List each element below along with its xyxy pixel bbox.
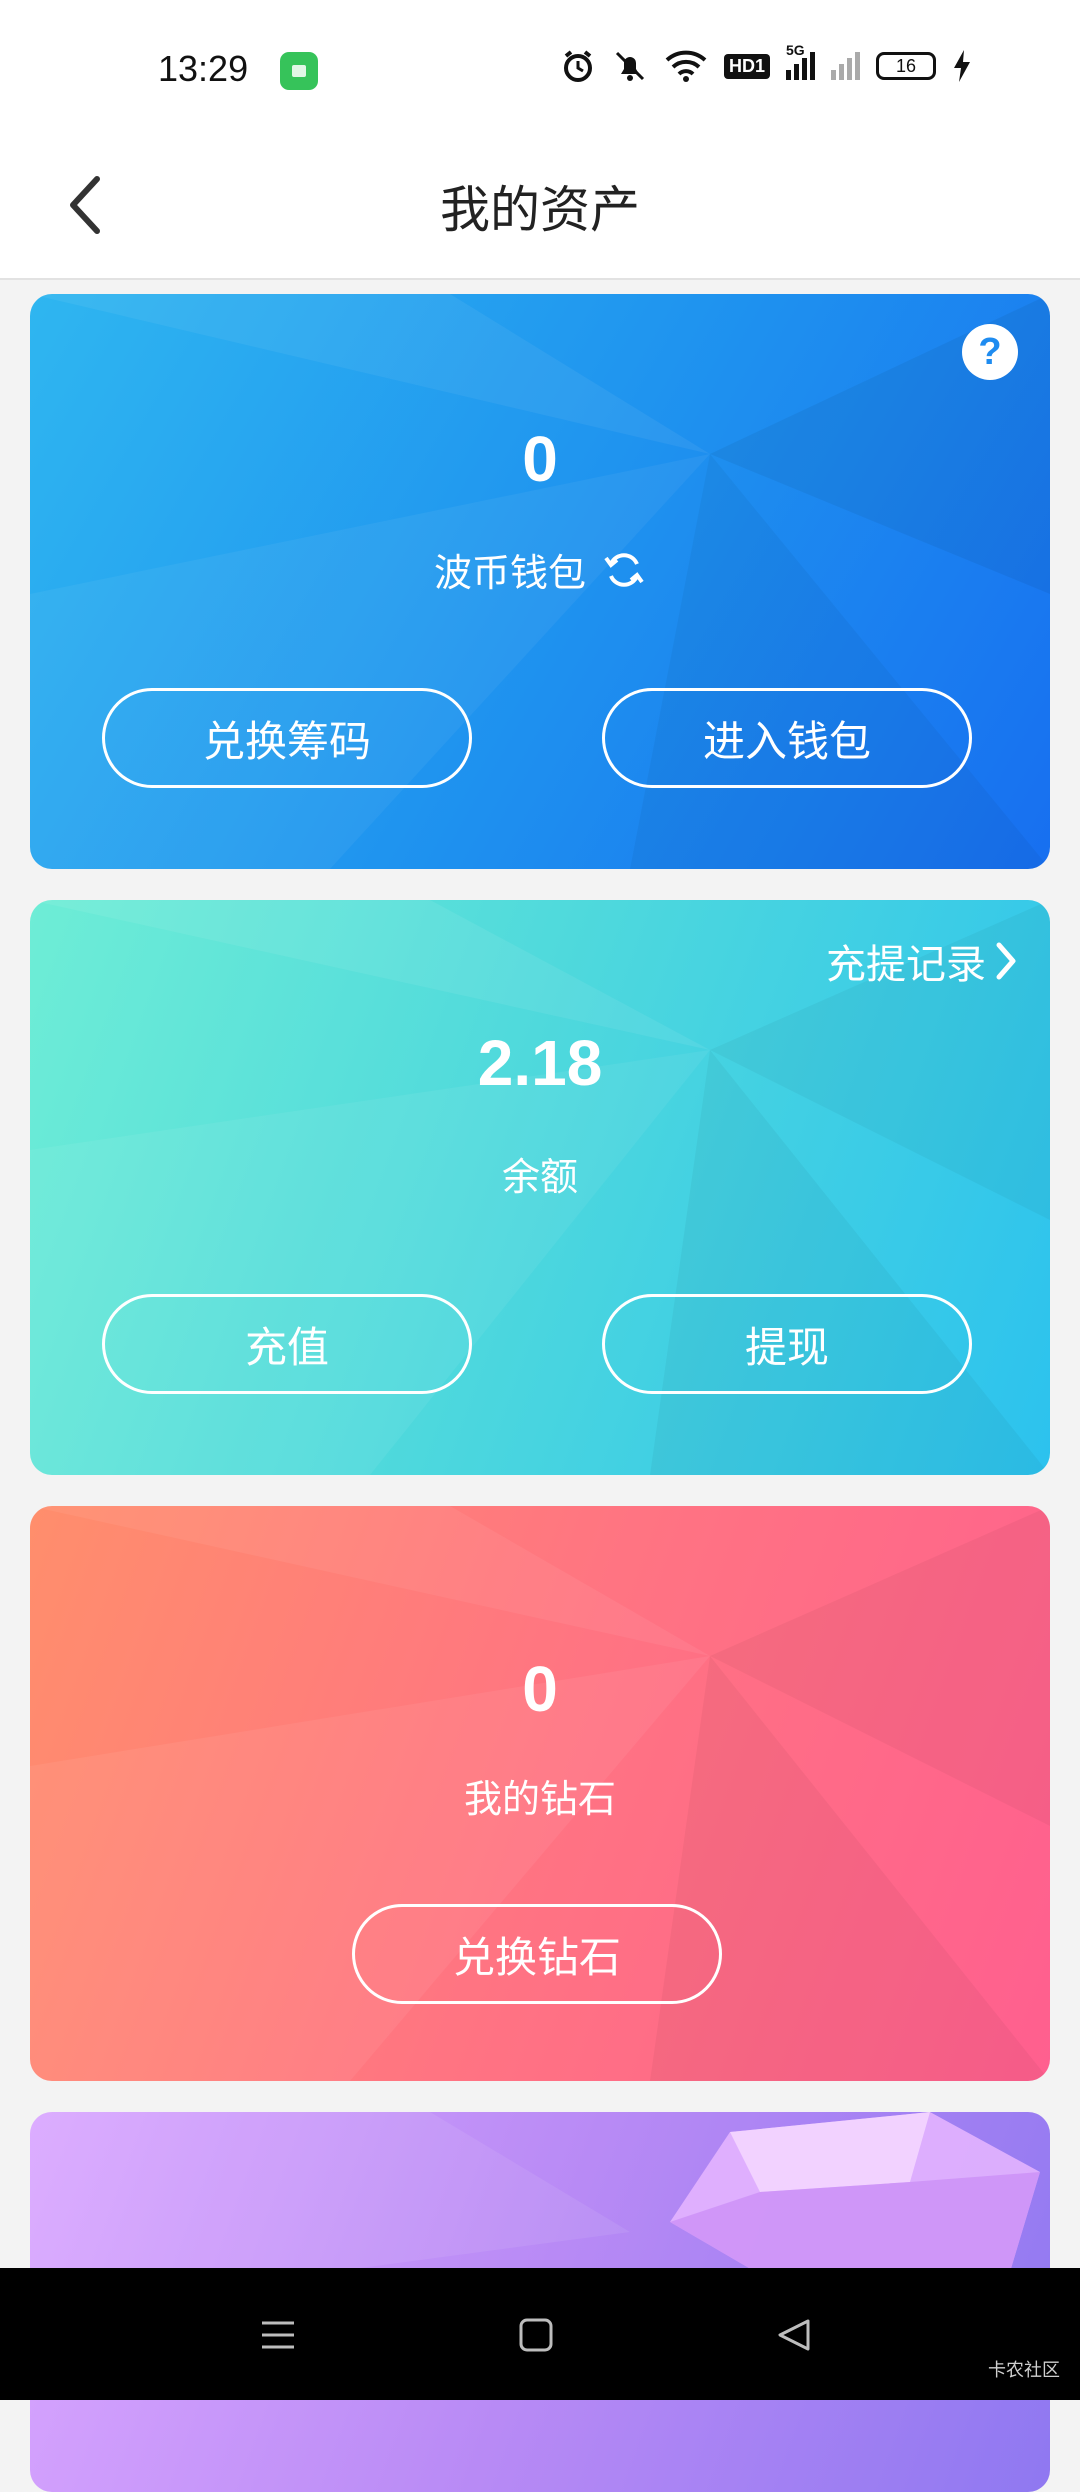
cellular-weak-icon	[831, 52, 861, 80]
nav-back-button[interactable]	[764, 2310, 824, 2360]
battery-icon: 16	[876, 52, 937, 80]
exchange-diamond-button[interactable]: 兑换钻石	[352, 1904, 722, 2004]
system-nav-bar: 卡农社区	[0, 2268, 1080, 2400]
charging-bolt-icon	[954, 50, 971, 82]
cellular-5g-icon: 5G	[786, 42, 816, 80]
status-time: 13:29	[158, 48, 249, 89]
page-title: 我的资产	[440, 181, 640, 239]
app-header: 我的资产	[0, 130, 1080, 280]
hd-badge: HD1	[724, 53, 771, 79]
balance-amount: 2.18	[477, 1027, 603, 1099]
chevron-right-icon	[996, 942, 1016, 980]
diamond-label: 我的钻石	[463, 1777, 616, 1821]
menu-icon	[262, 2321, 294, 2349]
status-icons: HD1 5G 16	[560, 42, 972, 84]
triangle-back-icon	[778, 2319, 810, 2351]
alarm-icon	[564, 50, 592, 82]
refresh-icon[interactable]	[602, 548, 646, 592]
nav-menu-button[interactable]	[248, 2310, 308, 2360]
diamond-amount: 0	[522, 1653, 558, 1725]
watermark: 卡农社区	[988, 2360, 1060, 2381]
wifi-icon	[665, 50, 707, 82]
balance-label: 余额	[501, 1155, 578, 1199]
recharge-button[interactable]: 充值	[102, 1294, 472, 1394]
diamond-card: 0 我的钻石 兑换钻石	[30, 1506, 1050, 2081]
help-button[interactable]: ?	[962, 324, 1018, 380]
nav-home-button[interactable]	[506, 2310, 566, 2360]
exchange-chips-button[interactable]: 兑换筹码	[102, 688, 472, 788]
balance-card: 充提记录 2.18 余额 充值 提现	[30, 900, 1050, 1475]
square-home-icon	[519, 2318, 553, 2352]
status-bar: 13:29 HD1 5G 16	[0, 0, 1080, 130]
app-notification-icon	[280, 52, 318, 90]
question-icon: ?	[978, 330, 1002, 373]
records-label: 充提记录	[826, 942, 986, 988]
wallet-amount: 0	[522, 423, 558, 495]
records-link[interactable]: 充提记录	[826, 932, 1018, 990]
wallet-label: 波币钱包	[433, 551, 586, 595]
withdraw-button[interactable]: 提现	[602, 1294, 972, 1394]
wallet-card: ? 0 波币钱包 兑换筹码 进入钱包	[30, 294, 1050, 869]
enter-wallet-button[interactable]: 进入钱包	[602, 688, 972, 788]
mute-bell-icon	[615, 51, 645, 81]
